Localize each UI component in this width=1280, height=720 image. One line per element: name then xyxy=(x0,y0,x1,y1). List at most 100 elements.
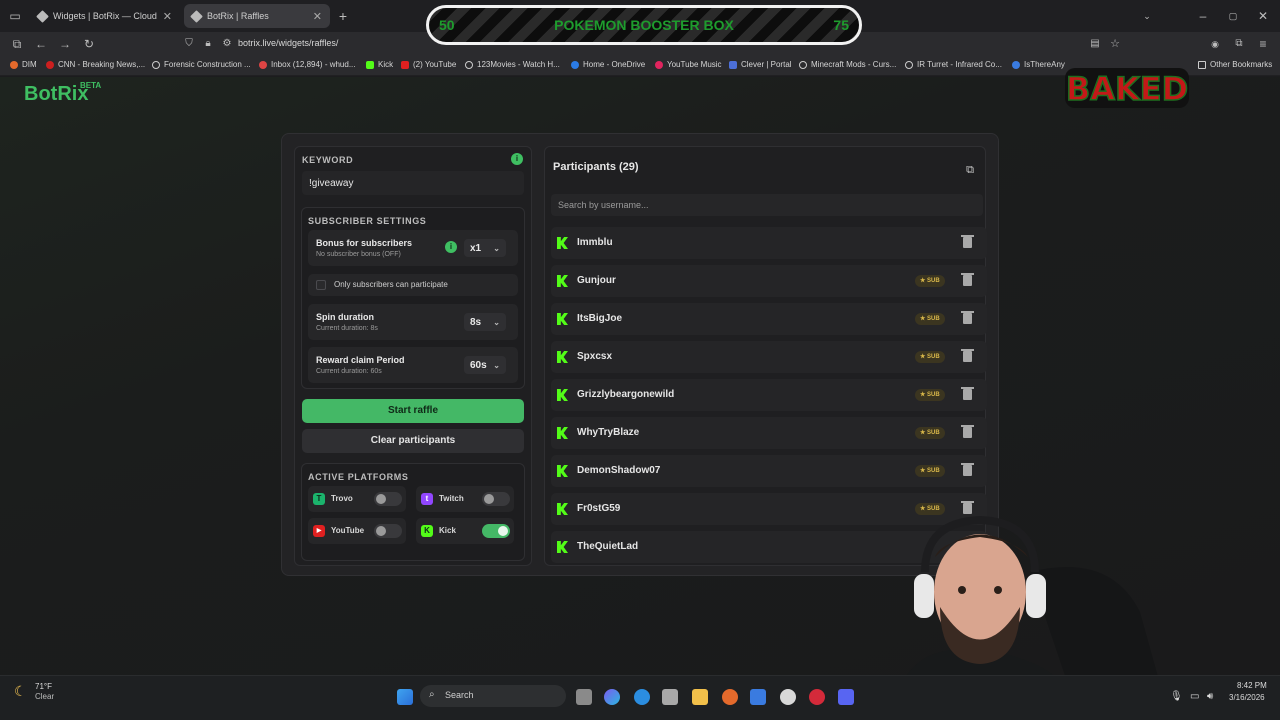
participant-search-input[interactable] xyxy=(551,194,983,216)
sub-badge: ★ SUB xyxy=(915,427,945,439)
participant-row[interactable]: Immblu xyxy=(551,227,987,259)
participant-row[interactable]: ItsBigJoe ★ SUB xyxy=(551,303,987,335)
reload-icon[interactable]: ↻ xyxy=(80,35,98,53)
participants-title: Participants (29) xyxy=(553,161,639,173)
sub-badge-label: SUB xyxy=(927,354,940,360)
window-close-icon[interactable]: ✕ xyxy=(1254,7,1272,25)
bookmark-item[interactable]: Kick xyxy=(366,60,393,69)
botrix-logo[interactable]: BotRix xyxy=(24,83,88,106)
close-icon[interactable]: ✕ xyxy=(163,10,172,23)
participant-row[interactable]: Grizzlybeargonewild ★ SUB xyxy=(551,379,987,411)
chevron-down-icon[interactable]: ⌄ xyxy=(1138,7,1156,25)
sub-badge-label: SUB xyxy=(927,278,940,284)
kick-icon xyxy=(557,237,568,249)
bookmark-item[interactable]: Clever | Portal xyxy=(729,60,792,69)
media-icon[interactable] xyxy=(809,689,825,705)
platform-youtube: ▶ YouTube xyxy=(308,518,406,544)
trash-icon[interactable] xyxy=(961,425,974,438)
participant-row[interactable]: WhyTryBlaze ★ SUB xyxy=(551,417,987,449)
participant-name: Grizzlybeargonewild xyxy=(577,389,675,400)
permissions-icon[interactable]: ⚙︎ xyxy=(218,35,236,53)
chrome-icon[interactable] xyxy=(780,689,796,705)
edge-icon[interactable] xyxy=(634,689,650,705)
tab-widgets[interactable]: Widgets | BotRix — Cloud Strea ✕ xyxy=(30,4,180,28)
claim-period-select[interactable]: 60s ⌄ xyxy=(464,356,506,374)
keyword-input[interactable] xyxy=(302,171,524,195)
trash-icon[interactable] xyxy=(961,463,974,476)
sub-badge-label: SUB xyxy=(927,430,940,436)
bookmark-item[interactable]: (2) YouTube xyxy=(401,60,456,69)
reader-icon[interactable]: ▤ xyxy=(1086,35,1104,53)
bookmark-item[interactable]: IR Turret - Infrared Co... xyxy=(905,60,1002,69)
url-field[interactable]: botrix.live/widgets/raffles/ xyxy=(238,38,338,48)
other-bookmarks[interactable]: Other Bookmarks xyxy=(1198,60,1272,69)
active-platforms: ACTIVE PLATFORMS T Trovo t Twitch ▶ YouT… xyxy=(301,463,525,561)
kick-icon xyxy=(557,275,568,287)
copilot-icon[interactable] xyxy=(604,689,620,705)
mail-icon xyxy=(259,60,267,69)
extensions-icon[interactable]: ⧉ xyxy=(1230,35,1248,53)
participant-row[interactable]: Spxcsx ★ SUB xyxy=(551,341,987,373)
back-icon[interactable]: ← xyxy=(32,35,50,53)
raffle-settings-panel: KEYWORD i SUBSCRIBER SETTINGS Bonus for … xyxy=(294,146,532,566)
trash-icon[interactable] xyxy=(961,311,974,324)
kick-toggle[interactable] xyxy=(482,524,510,538)
bookmark-item[interactable]: Home - OneDrive xyxy=(571,60,645,69)
info-icon[interactable]: i xyxy=(445,241,457,253)
app-icon[interactable] xyxy=(750,689,766,705)
store-icon[interactable] xyxy=(662,689,678,705)
clear-participants-button[interactable]: Clear participants xyxy=(302,429,524,453)
participant-name: Fr0stG59 xyxy=(577,503,621,514)
bookmark-item[interactable]: Minecraft Mods - Curs... xyxy=(799,60,896,69)
bookmark-item[interactable]: 123Movies - Watch H... xyxy=(465,60,560,69)
volume-icon[interactable]: 🔊︎ xyxy=(1207,691,1213,702)
star-icon: ★ xyxy=(920,468,928,474)
task-view-icon[interactable] xyxy=(576,689,592,705)
bookmark-item[interactable]: CNN - Breaking News,... xyxy=(46,60,145,69)
weather-temp[interactable]: 71°F xyxy=(35,682,52,691)
bookmark-item[interactable]: YouTube Music xyxy=(655,60,722,69)
windows-start-icon[interactable] xyxy=(397,689,413,705)
clock-time[interactable]: 8:42 PM xyxy=(1237,681,1267,690)
info-icon[interactable]: i xyxy=(511,153,523,165)
new-tab-icon[interactable]: + xyxy=(334,7,352,25)
taskbar-search[interactable]: ⌕ Search xyxy=(420,685,566,707)
trash-icon[interactable] xyxy=(961,349,974,362)
trash-icon[interactable] xyxy=(961,235,974,248)
participant-row[interactable]: DemonShadow07 ★ SUB xyxy=(551,455,987,487)
file-explorer-icon[interactable] xyxy=(692,689,708,705)
bookmark-item[interactable]: Forensic Construction ... xyxy=(152,60,251,69)
maximize-icon[interactable]: ▢ xyxy=(1224,7,1242,25)
star-icon: ★ xyxy=(920,278,928,284)
firefox-icon[interactable] xyxy=(722,689,738,705)
minimize-icon[interactable]: – xyxy=(1194,7,1212,25)
forward-icon[interactable]: → xyxy=(56,35,74,53)
spin-duration-select[interactable]: 8s ⌄ xyxy=(464,313,506,331)
tab-raffles[interactable]: BotRix | Raffles ✕ xyxy=(184,4,330,28)
participant-row[interactable]: Gunjour ★ SUB xyxy=(551,265,987,297)
sidebar-icon[interactable]: ⧉ xyxy=(8,35,26,53)
close-icon[interactable]: ✕ xyxy=(313,10,322,23)
trash-icon[interactable] xyxy=(961,273,974,286)
shield-icon[interactable]: ⛉ xyxy=(180,35,198,53)
microphone-icon[interactable]: 🎙︎ xyxy=(1170,691,1183,702)
account-icon[interactable]: ◉ xyxy=(1206,35,1224,53)
youtube-icon xyxy=(401,60,409,69)
start-raffle-button[interactable]: Start raffle xyxy=(302,399,524,423)
youtube-toggle[interactable] xyxy=(374,524,402,538)
only-subs-row[interactable]: Only subscribers can participate xyxy=(308,274,518,296)
trash-icon[interactable] xyxy=(961,387,974,400)
discord-icon[interactable] xyxy=(838,689,854,705)
only-subs-checkbox[interactable] xyxy=(316,280,326,290)
twitch-toggle[interactable] xyxy=(482,492,510,506)
bookmark-item[interactable]: Inbox (12,894) - whud... xyxy=(259,60,356,69)
star-icon[interactable]: ☆ xyxy=(1106,35,1124,53)
bonus-select[interactable]: x1 ⌄ xyxy=(464,239,506,257)
trovo-toggle[interactable] xyxy=(374,492,402,506)
tab-menu-icon[interactable]: ▭ xyxy=(6,7,24,25)
menu-icon[interactable]: ≡ xyxy=(1254,35,1272,53)
display-icon[interactable]: ▭ xyxy=(1190,691,1199,702)
bookmark-item[interactable]: IsThereAny xyxy=(1012,60,1065,69)
bookmark-item[interactable]: DIM xyxy=(10,60,37,69)
copy-icon[interactable]: ⧉ xyxy=(961,161,979,179)
